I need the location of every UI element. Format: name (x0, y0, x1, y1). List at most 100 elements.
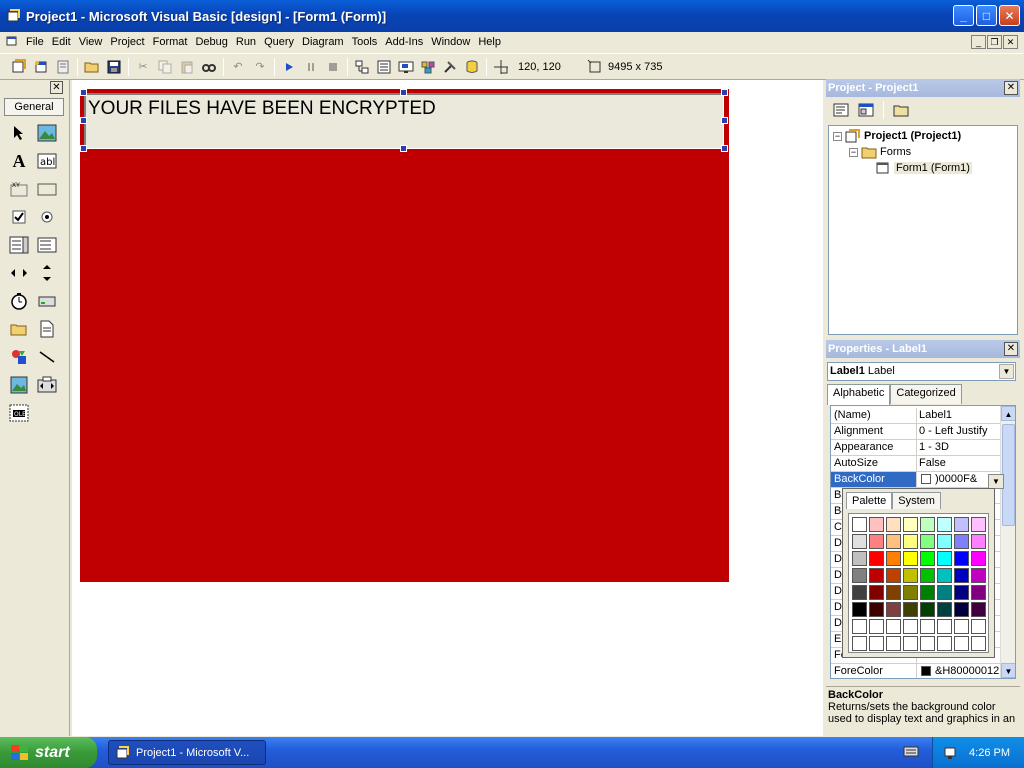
color-swatch[interactable] (954, 551, 969, 566)
undo-icon[interactable]: ↶ (227, 57, 249, 77)
drivelistbox-tool-icon[interactable] (36, 290, 58, 312)
tab-system[interactable]: System (892, 492, 941, 509)
color-swatch[interactable] (937, 585, 952, 600)
shape-tool-icon[interactable] (8, 346, 30, 368)
label1-control[interactable]: YOUR FILES HAVE BEEN ENCRYPTED (84, 93, 724, 149)
resize-handle-s[interactable] (400, 145, 407, 152)
menu-file[interactable]: File (22, 36, 48, 48)
cut-icon[interactable]: ✂ (132, 57, 154, 77)
menu-project[interactable]: Project (106, 36, 148, 48)
picturebox-tool-icon[interactable] (36, 122, 58, 144)
color-swatch[interactable] (971, 602, 986, 617)
color-swatch[interactable] (971, 534, 986, 549)
color-swatch[interactable] (869, 517, 884, 532)
color-swatch[interactable] (954, 619, 969, 634)
mdi-minimize-button[interactable]: _ (971, 35, 986, 49)
color-swatch[interactable] (937, 619, 952, 634)
resize-handle-sw[interactable] (80, 145, 87, 152)
resize-handle-e[interactable] (721, 117, 728, 124)
image-tool-icon[interactable] (8, 374, 30, 396)
color-swatch[interactable] (852, 517, 867, 532)
collapse-icon[interactable]: − (849, 147, 858, 157)
color-swatch[interactable] (852, 551, 867, 566)
color-swatch[interactable] (920, 602, 935, 617)
color-swatch[interactable] (869, 551, 884, 566)
color-swatch[interactable] (886, 534, 901, 549)
color-swatch[interactable] (903, 517, 918, 532)
color-swatch[interactable] (954, 517, 969, 532)
property-row-backcolor[interactable]: BackColor)0000F& (831, 472, 1001, 488)
chevron-down-icon[interactable]: ▼ (999, 364, 1014, 379)
frame-tool-icon[interactable]: XY (8, 178, 30, 200)
end-icon[interactable] (322, 57, 344, 77)
toggle-folders-icon[interactable] (890, 100, 912, 120)
color-swatch[interactable] (886, 602, 901, 617)
property-row[interactable]: Appearance 1 - 3D (831, 440, 1001, 456)
color-swatch[interactable] (852, 568, 867, 583)
property-row[interactable]: (Name) Label1 (831, 408, 1001, 424)
color-swatch[interactable] (852, 585, 867, 600)
hscrollbar-tool-icon[interactable] (8, 262, 30, 284)
textbox-tool-icon[interactable]: abl (36, 150, 58, 172)
scroll-down-icon[interactable]: ▼ (1001, 663, 1015, 678)
tab-categorized[interactable]: Categorized (890, 384, 962, 404)
open-project-icon[interactable] (81, 57, 103, 77)
tree-project-node[interactable]: − Project1 (Project1) (833, 129, 961, 143)
find-icon[interactable] (198, 57, 220, 77)
toolbox-general-tab[interactable]: General (4, 98, 64, 116)
paste-icon[interactable] (176, 57, 198, 77)
properties-panel-close-button[interactable]: ✕ (1004, 342, 1018, 356)
maximize-button[interactable]: □ (976, 5, 997, 26)
timer-tool-icon[interactable] (8, 290, 30, 312)
combobox-tool-icon[interactable] (8, 234, 30, 256)
vscrollbar-tool-icon[interactable] (36, 262, 58, 284)
color-swatch[interactable] (869, 636, 884, 651)
resize-handle-nw[interactable] (80, 89, 87, 96)
color-swatch[interactable] (954, 585, 969, 600)
add-project-icon[interactable] (8, 57, 30, 77)
resize-handle-se[interactable] (721, 145, 728, 152)
properties-window-icon[interactable] (373, 57, 395, 77)
color-swatch[interactable] (937, 636, 952, 651)
color-swatch[interactable] (920, 636, 935, 651)
property-row[interactable]: Alignment 0 - Left Justify (831, 424, 1001, 440)
project-explorer-icon[interactable] (351, 57, 373, 77)
object-selector[interactable]: Label1 Label ▼ (827, 362, 1016, 381)
project-panel-close-button[interactable]: ✕ (1004, 81, 1018, 95)
mdi-close-button[interactable]: ✕ (1003, 35, 1018, 49)
color-swatch[interactable] (937, 534, 952, 549)
resize-handle-ne[interactable] (721, 89, 728, 96)
collapse-icon[interactable]: − (833, 131, 842, 141)
view-object-icon[interactable] (855, 100, 877, 120)
tree-form1-item[interactable]: Form1 (Form1) (875, 161, 972, 175)
menu-add-ins[interactable]: Add-Ins (381, 36, 427, 48)
color-swatch[interactable] (869, 585, 884, 600)
menu-query[interactable]: Query (260, 36, 298, 48)
color-swatch[interactable] (920, 568, 935, 583)
add-form-icon[interactable] (30, 57, 52, 77)
line-tool-icon[interactable] (36, 346, 58, 368)
color-swatch[interactable] (954, 636, 969, 651)
filelistbox-tool-icon[interactable] (36, 318, 58, 340)
color-swatch[interactable] (903, 585, 918, 600)
color-swatch[interactable] (869, 619, 884, 634)
vb-app-icon[interactable] (6, 8, 22, 24)
color-swatch[interactable] (971, 636, 986, 651)
color-swatch[interactable] (852, 602, 867, 617)
menu-view[interactable]: View (75, 36, 107, 48)
color-swatch[interactable] (954, 534, 969, 549)
color-swatch[interactable] (971, 517, 986, 532)
tab-palette[interactable]: Palette (846, 492, 893, 509)
color-swatch[interactable] (903, 551, 918, 566)
color-swatch[interactable] (886, 619, 901, 634)
taskbar-vb-button[interactable]: Project1 - Microsoft V... (108, 740, 266, 765)
tree-forms-folder[interactable]: − Forms (849, 145, 911, 159)
color-swatch[interactable] (903, 636, 918, 651)
clock[interactable]: 4:26 PM (969, 747, 1010, 759)
color-swatch[interactable] (937, 517, 952, 532)
color-swatch[interactable] (886, 636, 901, 651)
color-swatch[interactable] (971, 585, 986, 600)
color-swatch[interactable] (852, 619, 867, 634)
color-swatch[interactable] (937, 602, 952, 617)
color-swatch[interactable] (852, 636, 867, 651)
